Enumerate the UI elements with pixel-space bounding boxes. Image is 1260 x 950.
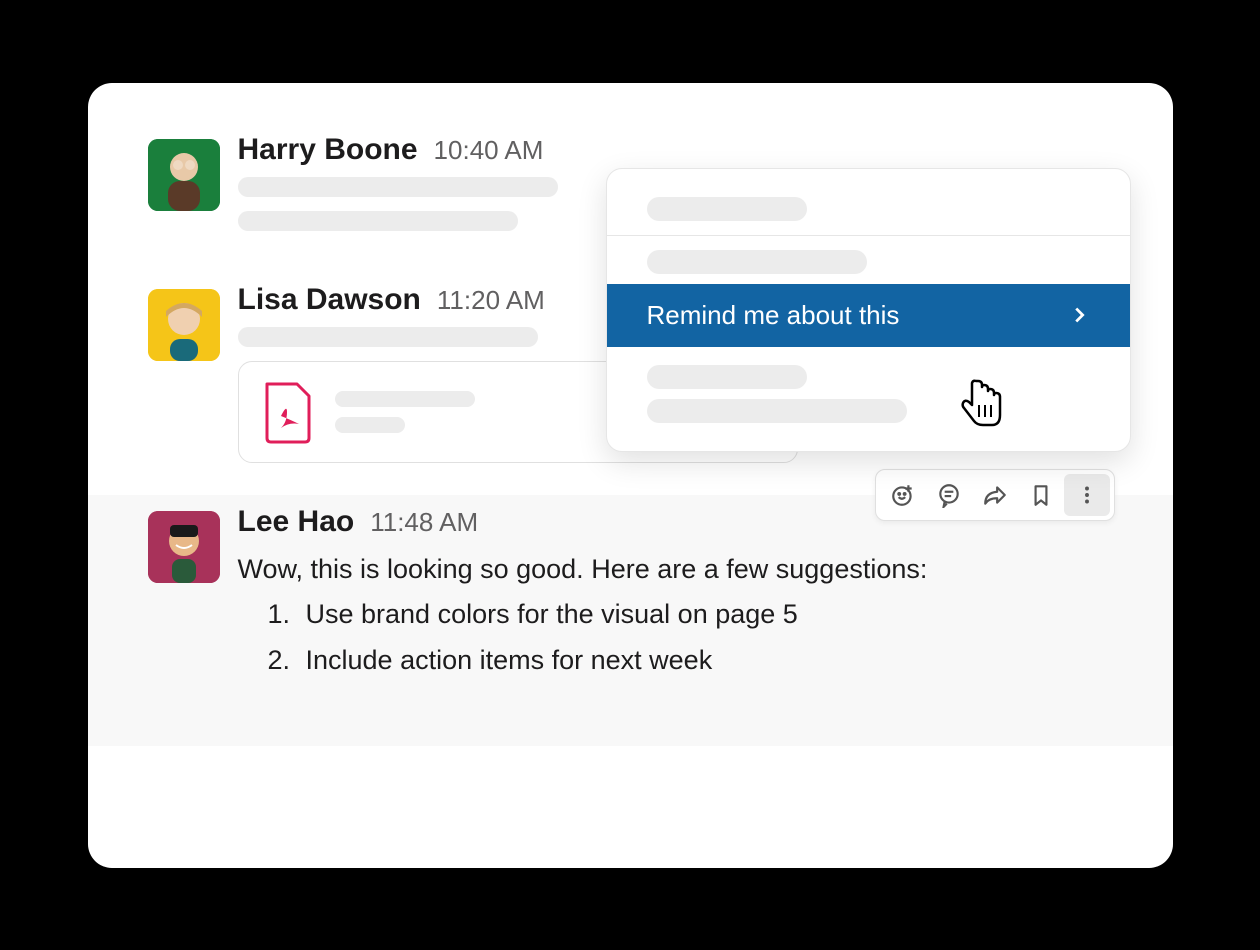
start-thread-button[interactable] <box>926 474 972 516</box>
message-time: 10:40 AM <box>434 135 544 166</box>
author-name[interactable]: Lee Hao <box>238 505 355 539</box>
text-placeholder <box>335 417 405 433</box>
list-item: Use brand colors for the visual on page … <box>298 594 1113 636</box>
file-meta <box>335 391 475 433</box>
message-time: 11:48 AM <box>370 507 478 538</box>
text-placeholder <box>238 211 518 231</box>
list-item: Include action items for next week <box>298 640 1113 682</box>
remind-me-menu-item[interactable]: Remind me about this <box>607 284 1130 347</box>
more-actions-button[interactable] <box>1064 474 1110 516</box>
menu-item-placeholder[interactable] <box>647 365 807 389</box>
text-placeholder <box>335 391 475 407</box>
pdf-icon <box>261 380 313 444</box>
menu-item-placeholder[interactable] <box>647 250 867 274</box>
message-text: Wow, this is looking so good. Here are a… <box>238 549 1113 683</box>
bookmark-button[interactable] <box>1018 474 1064 516</box>
add-reaction-button[interactable] <box>880 474 926 516</box>
author-name[interactable]: Lisa Dawson <box>238 283 421 317</box>
menu-divider <box>607 235 1130 236</box>
message-text-line: Wow, this is looking so good. Here are a… <box>238 554 928 584</box>
avatar[interactable] <box>148 511 220 583</box>
share-button[interactable] <box>972 474 1018 516</box>
menu-item-placeholder[interactable] <box>647 399 907 423</box>
avatar[interactable] <box>148 139 220 211</box>
message-hover-toolbar <box>875 469 1115 521</box>
text-placeholder <box>238 327 538 347</box>
text-placeholder <box>238 177 558 197</box>
message-time: 11:20 AM <box>437 285 545 316</box>
message-list: Use brand colors for the visual on page … <box>238 594 1113 682</box>
message: Lee Hao 11:48 AM Wow, this is looking so… <box>88 495 1173 747</box>
cursor-pointer-icon <box>958 375 1008 431</box>
chat-window: Harry Boone 10:40 AM Lisa Dawson 11:20 A… <box>88 83 1173 868</box>
message-body: Lee Hao 11:48 AM Wow, this is looking so… <box>238 505 1113 687</box>
chevron-right-icon <box>1068 304 1090 326</box>
menu-item-placeholder[interactable] <box>647 197 807 221</box>
author-name[interactable]: Harry Boone <box>238 133 418 167</box>
menu-item-label: Remind me about this <box>647 300 900 331</box>
message-context-menu: Remind me about this <box>606 168 1131 452</box>
avatar[interactable] <box>148 289 220 361</box>
message-header: Harry Boone 10:40 AM <box>238 133 1113 167</box>
